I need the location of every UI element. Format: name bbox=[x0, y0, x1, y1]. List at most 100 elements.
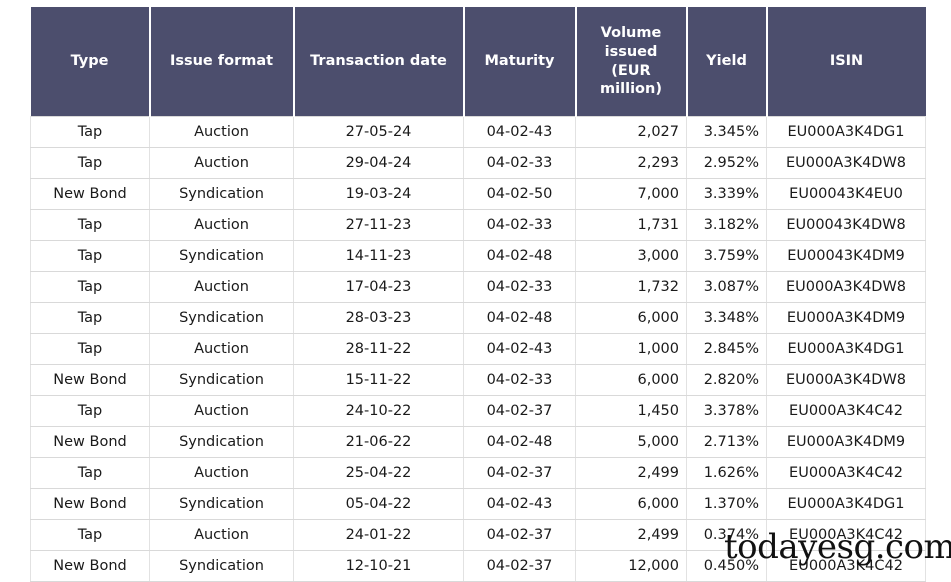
bond-issuance-table: Type Issue format Transaction date Matur… bbox=[30, 7, 926, 582]
cell-isin: EU000A3K4C42 bbox=[766, 457, 926, 489]
cell-maturity: 04-02-37 bbox=[463, 550, 576, 582]
cell-volume-issued: 12,000 bbox=[575, 550, 687, 582]
table-row: New Bond Syndication 15-11-22 04-02-33 6,000… bbox=[30, 364, 926, 396]
cell-isin: EU000A3K4DW8 bbox=[766, 271, 926, 303]
cell-issue-format: Syndication bbox=[149, 488, 294, 520]
cell-isin: EU000A3K4DW8 bbox=[766, 147, 926, 179]
cell-issue-format: Auction bbox=[149, 519, 294, 551]
cell-maturity: 04-02-43 bbox=[463, 116, 576, 148]
cell-issue-format: Syndication bbox=[149, 178, 294, 210]
cell-yield: 3.348% bbox=[686, 302, 767, 334]
cell-transaction-date: 27-05-24 bbox=[293, 116, 464, 148]
cell-yield: 0.450% bbox=[686, 550, 767, 582]
cell-transaction-date: 27-11-23 bbox=[293, 209, 464, 241]
cell-type: New Bond bbox=[30, 178, 150, 210]
table-row: Tap Auction 27-11-23 04-02-33 1,731 3.182% EU0… bbox=[30, 209, 926, 241]
cell-type: Tap bbox=[30, 147, 150, 179]
cell-yield: 2.820% bbox=[686, 364, 767, 396]
column-header-volume-line-4: million) bbox=[600, 81, 662, 98]
cell-volume-issued: 2,499 bbox=[575, 457, 687, 489]
cell-issue-format: Syndication bbox=[149, 302, 294, 334]
cell-yield: 1.370% bbox=[686, 488, 767, 520]
cell-type: Tap bbox=[30, 457, 150, 489]
cell-type: New Bond bbox=[30, 364, 150, 396]
table-row: New Bond Syndication 05-04-22 04-02-43 6,000… bbox=[30, 488, 926, 520]
cell-yield: 0.374% bbox=[686, 519, 767, 551]
cell-type: Tap bbox=[30, 271, 150, 303]
column-header-volume-line-1: Volume bbox=[600, 25, 662, 42]
cell-maturity: 04-02-33 bbox=[463, 147, 576, 179]
cell-issue-format: Syndication bbox=[149, 426, 294, 458]
cell-type: Tap bbox=[30, 240, 150, 272]
cell-issue-format: Auction bbox=[149, 271, 294, 303]
cell-maturity: 04-02-48 bbox=[463, 426, 576, 458]
cell-transaction-date: 24-10-22 bbox=[293, 395, 464, 427]
table-row: Tap Syndication 28-03-23 04-02-48 6,000 3.348… bbox=[30, 302, 926, 334]
cell-maturity: 04-02-50 bbox=[463, 178, 576, 210]
column-header-type[interactable]: Type bbox=[30, 7, 151, 117]
cell-yield: 2.845% bbox=[686, 333, 767, 365]
column-header-volume-line-2: issued bbox=[604, 43, 658, 60]
cell-transaction-date: 19-03-24 bbox=[293, 178, 464, 210]
column-header-isin-label: ISIN bbox=[829, 53, 864, 70]
table-row: Tap Auction 28-11-22 04-02-43 1,000 2.845% EU0… bbox=[30, 333, 926, 365]
table-body: Tap Auction 27-05-24 04-02-43 2,027 3.345% EU0… bbox=[30, 116, 926, 582]
column-header-maturity-label: Maturity bbox=[484, 53, 555, 70]
cell-issue-format: Syndication bbox=[149, 240, 294, 272]
cell-volume-issued: 3,000 bbox=[575, 240, 687, 272]
cell-yield: 3.182% bbox=[686, 209, 767, 241]
cell-issue-format: Auction bbox=[149, 457, 294, 489]
column-header-issue-format-label: Issue format bbox=[169, 53, 274, 70]
column-header-volume-line-3: (EUR bbox=[611, 62, 651, 79]
table-row: Tap Syndication 14-11-23 04-02-48 3,000 3.759… bbox=[30, 240, 926, 272]
table-row: New Bond Syndication 12-10-21 04-02-37 12,00… bbox=[30, 550, 926, 582]
cell-volume-issued: 1,450 bbox=[575, 395, 687, 427]
table-row: Tap Auction 25-04-22 04-02-37 2,499 1.626% EU0… bbox=[30, 457, 926, 489]
column-header-issue-format[interactable]: Issue format bbox=[148, 7, 295, 117]
table-row: Tap Auction 24-10-22 04-02-37 1,450 3.378% EU0… bbox=[30, 395, 926, 427]
cell-maturity: 04-02-37 bbox=[463, 395, 576, 427]
cell-isin: EU000A3K4DW8 bbox=[766, 364, 926, 396]
cell-transaction-date: 12-10-21 bbox=[293, 550, 464, 582]
cell-issue-format: Auction bbox=[149, 395, 294, 427]
cell-yield: 2.713% bbox=[686, 426, 767, 458]
cell-volume-issued: 6,000 bbox=[575, 488, 687, 520]
cell-maturity: 04-02-33 bbox=[463, 271, 576, 303]
cell-type: Tap bbox=[30, 333, 150, 365]
cell-volume-issued: 6,000 bbox=[575, 302, 687, 334]
cell-isin: EU000A3K4DG1 bbox=[766, 116, 926, 148]
cell-volume-issued: 1,000 bbox=[575, 333, 687, 365]
cell-issue-format: Auction bbox=[149, 116, 294, 148]
cell-isin: EU00043K4DM9 bbox=[766, 240, 926, 272]
column-header-maturity[interactable]: Maturity bbox=[462, 7, 577, 117]
column-header-isin[interactable]: ISIN bbox=[765, 7, 926, 117]
cell-volume-issued: 1,732 bbox=[575, 271, 687, 303]
cell-transaction-date: 14-11-23 bbox=[293, 240, 464, 272]
cell-type: New Bond bbox=[30, 550, 150, 582]
cell-maturity: 04-02-43 bbox=[463, 333, 576, 365]
column-header-volume-issued[interactable]: Volume issued (EUR million) bbox=[574, 7, 688, 117]
cell-volume-issued: 7,000 bbox=[575, 178, 687, 210]
cell-transaction-date: 29-04-24 bbox=[293, 147, 464, 179]
cell-maturity: 04-02-33 bbox=[463, 209, 576, 241]
table-row: Tap Auction 27-05-24 04-02-43 2,027 3.345% EU0… bbox=[30, 116, 926, 148]
cell-yield: 2.952% bbox=[686, 147, 767, 179]
cell-transaction-date: 24-01-22 bbox=[293, 519, 464, 551]
column-header-type-label: Type bbox=[70, 53, 109, 70]
cell-issue-format: Syndication bbox=[149, 550, 294, 582]
column-header-transaction-date-label: Transaction date bbox=[310, 53, 447, 70]
cell-volume-issued: 1,731 bbox=[575, 209, 687, 241]
cell-maturity: 04-02-37 bbox=[463, 519, 576, 551]
cell-transaction-date: 28-03-23 bbox=[293, 302, 464, 334]
table-row: New Bond Syndication 21-06-22 04-02-48 5,000… bbox=[30, 426, 926, 458]
column-header-yield[interactable]: Yield bbox=[685, 7, 768, 117]
cell-type: Tap bbox=[30, 116, 150, 148]
cell-issue-format: Auction bbox=[149, 147, 294, 179]
cell-isin: EU00043K4EU0 bbox=[766, 178, 926, 210]
table-header-row: Type Issue format Transaction date Matur… bbox=[30, 7, 926, 117]
column-header-transaction-date[interactable]: Transaction date bbox=[292, 7, 465, 117]
cell-issue-format: Auction bbox=[149, 209, 294, 241]
cell-volume-issued: 5,000 bbox=[575, 426, 687, 458]
cell-maturity: 04-02-48 bbox=[463, 240, 576, 272]
cell-isin: EU000A3K4C42 bbox=[766, 519, 926, 551]
